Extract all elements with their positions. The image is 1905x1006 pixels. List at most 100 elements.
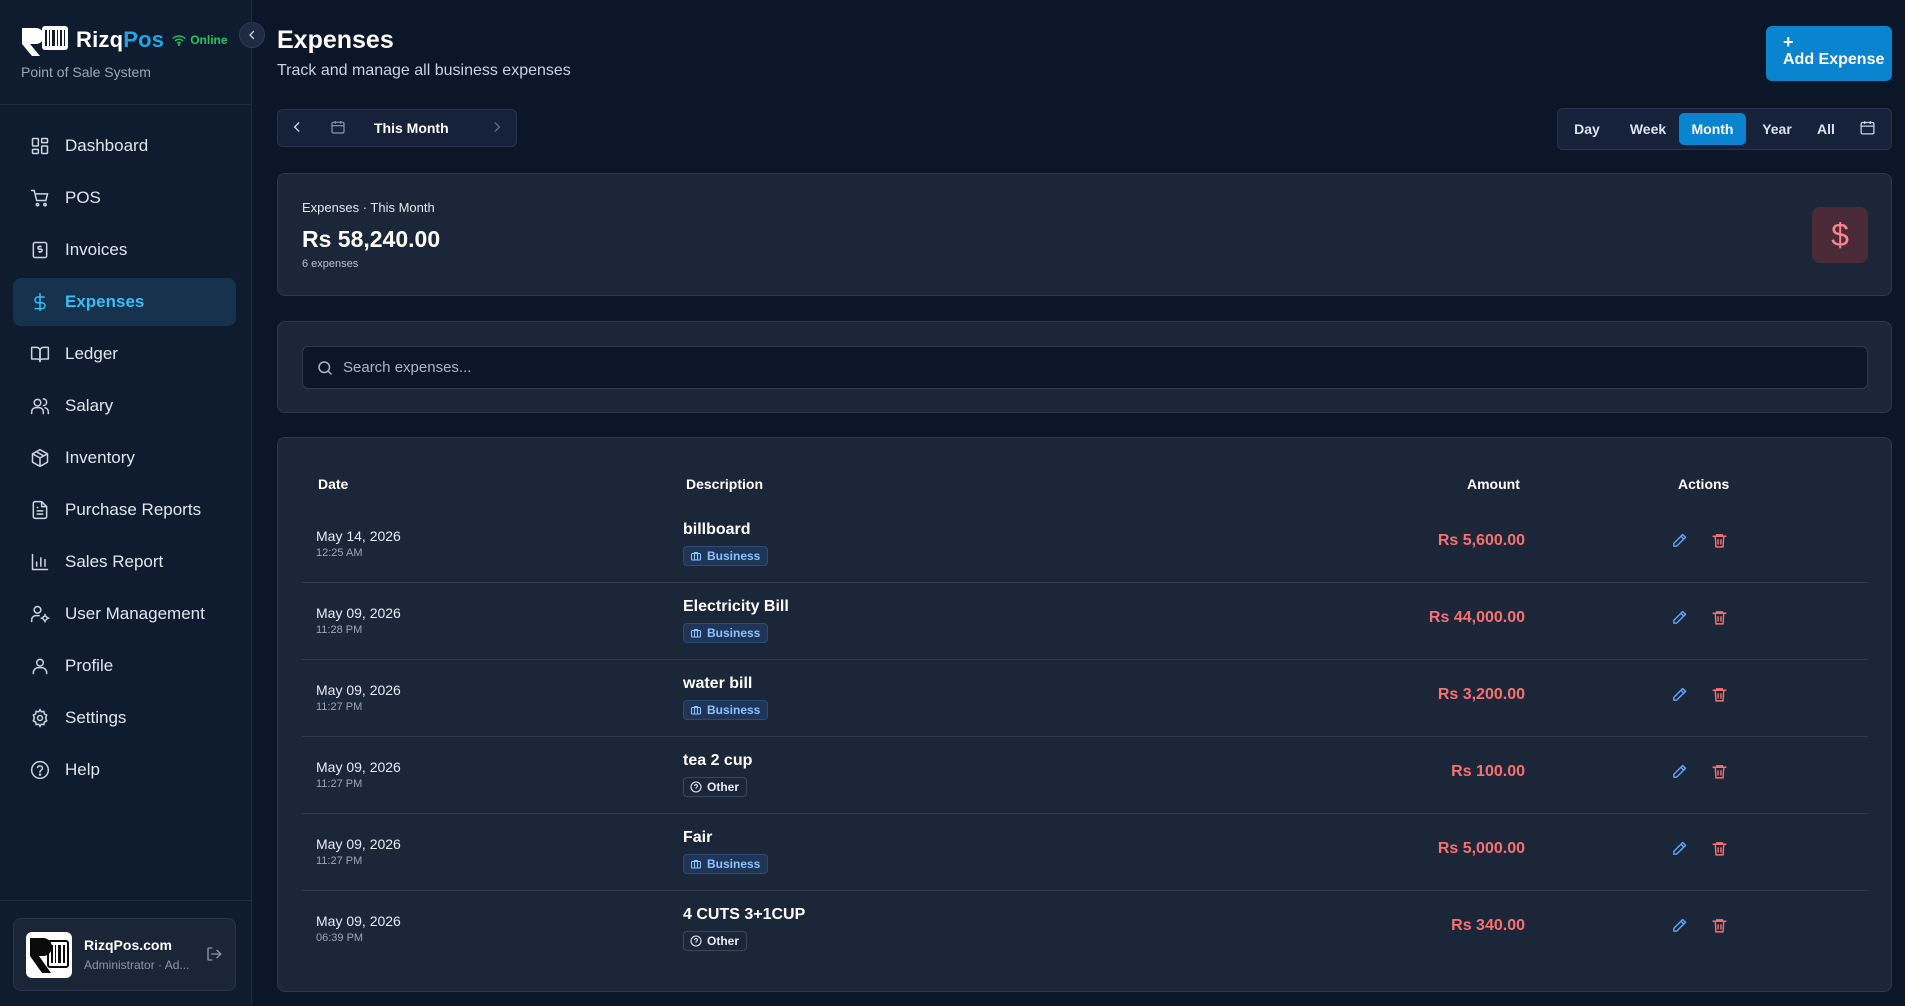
- user-name: RizqPos.com: [84, 937, 172, 953]
- trash-icon[interactable]: [1711, 686, 1728, 708]
- sidebar-item-invoices[interactable]: Invoices: [13, 226, 236, 274]
- sidebar-item-sales-report[interactable]: Sales Report: [13, 538, 236, 586]
- table-row[interactable]: May 09, 2026 11:27 PM tea 2 cup Other Rs…: [302, 737, 1868, 814]
- edit-icon[interactable]: [1671, 763, 1688, 785]
- sidebar-item-settings[interactable]: Settings: [13, 694, 236, 742]
- chevron-right-icon[interactable]: [490, 120, 504, 139]
- sidebar-item-label: Expenses: [65, 292, 145, 311]
- sidebar-item-label: POS: [65, 188, 101, 207]
- trash-icon[interactable]: [1711, 763, 1728, 785]
- add-expense-button[interactable]: + Add Expense: [1766, 26, 1892, 81]
- column-header-description[interactable]: Description: [686, 476, 763, 492]
- column-header-date[interactable]: Date: [318, 476, 348, 492]
- tab-month[interactable]: Month: [1679, 113, 1746, 145]
- sidebar-item-expenses[interactable]: Expenses: [13, 278, 236, 326]
- box-icon: [29, 447, 51, 469]
- brand-name-b: Pos: [123, 27, 165, 52]
- chevron-left-icon: [249, 30, 255, 40]
- brand-name-a: Rizq: [76, 27, 124, 52]
- row-date: May 09, 2026: [316, 913, 401, 929]
- help-icon: [29, 759, 51, 781]
- add-expense-label: Add Expense: [1783, 51, 1885, 68]
- table-row[interactable]: May 14, 2026 12:25 AM billboard Business…: [302, 506, 1868, 583]
- avatar: [26, 931, 72, 978]
- sidebar-item-label: Purchase Reports: [65, 500, 202, 519]
- row-time: 12:25 AM: [316, 547, 363, 559]
- briefcase-icon: [690, 551, 702, 561]
- edit-icon[interactable]: [1671, 917, 1688, 939]
- edit-icon[interactable]: [1671, 686, 1688, 708]
- sidebar-item-help[interactable]: Help: [13, 746, 236, 794]
- sidebar-item-dashboard[interactable]: Dashboard: [13, 122, 236, 170]
- sidebar-item-label: Salary: [65, 396, 114, 415]
- chevron-left-icon[interactable]: [290, 120, 304, 139]
- user-card[interactable]: RizqPos.com Administrator · Ad...: [13, 918, 236, 991]
- user-info: RizqPos.com Administrator · Ad...: [84, 937, 189, 972]
- category-badge: Other: [683, 931, 748, 951]
- calendar-icon[interactable]: [1859, 119, 1876, 141]
- trash-icon[interactable]: [1711, 609, 1728, 631]
- rizqpos-logo: [22, 26, 68, 56]
- summary-label: Expenses · This Month: [302, 200, 435, 215]
- plus-icon: +: [1783, 32, 1794, 52]
- search-input[interactable]: [343, 347, 1843, 388]
- sidebar-item-profile[interactable]: Profile: [13, 642, 236, 690]
- row-description: billboard: [683, 521, 751, 538]
- edit-icon[interactable]: [1671, 609, 1688, 631]
- column-header-actions: Actions: [1678, 476, 1730, 492]
- sidebar-item-ledger[interactable]: Ledger: [13, 330, 236, 378]
- tab-all[interactable]: All: [1806, 113, 1846, 145]
- brand-subtitle: Point of Sale System: [21, 64, 151, 80]
- category-badge: Business: [683, 546, 769, 566]
- row-time: 06:39 PM: [316, 932, 364, 944]
- row-time: 11:27 PM: [316, 778, 363, 790]
- calendar-icon: [330, 119, 346, 140]
- table-row[interactable]: May 09, 2026 06:39 PM 4 CUTS 3+1CUP Othe…: [302, 891, 1868, 968]
- edit-icon[interactable]: [1671, 532, 1688, 554]
- briefcase-icon: [690, 628, 702, 638]
- tab-day[interactable]: Day: [1562, 113, 1612, 145]
- book-icon: [29, 343, 51, 365]
- sidebar-item-inventory[interactable]: Inventory: [13, 434, 236, 482]
- users-icon: [29, 395, 51, 417]
- sidebar-item-salary[interactable]: Salary: [13, 382, 236, 430]
- row-amount: Rs 5,000.00: [1437, 840, 1525, 857]
- divider: [0, 900, 252, 901]
- table-row[interactable]: May 09, 2026 11:27 PM water bill Busines…: [302, 660, 1868, 737]
- page-subtitle: Track and manage all business expenses: [277, 62, 571, 79]
- brand[interactable]: RizqPos Online: [20, 20, 228, 60]
- collapse-sidebar-button[interactable]: [239, 22, 265, 48]
- wifi-icon: [172, 35, 186, 46]
- tab-year[interactable]: Year: [1752, 113, 1802, 145]
- online-status: Online: [172, 33, 228, 47]
- category-label: Other: [707, 780, 740, 794]
- trash-icon[interactable]: [1711, 917, 1728, 939]
- row-date: May 14, 2026: [316, 528, 401, 544]
- sidebar-item-label: Settings: [65, 708, 127, 727]
- sidebar-item-user-management[interactable]: User Management: [13, 590, 236, 638]
- row-time: 11:27 PM: [316, 855, 363, 867]
- sidebar-item-purchase-reports[interactable]: Purchase Reports: [13, 486, 236, 534]
- trash-icon[interactable]: [1711, 840, 1728, 862]
- category-badge: Business: [683, 623, 769, 643]
- summary-total: Rs 58,240.00: [302, 226, 441, 252]
- trash-icon[interactable]: [1711, 532, 1728, 554]
- row-amount: Rs 100.00: [1451, 763, 1525, 780]
- table-row[interactable]: May 09, 2026 11:27 PM Fair Business Rs 5…: [302, 814, 1868, 891]
- file-icon: [29, 499, 51, 521]
- edit-icon[interactable]: [1671, 840, 1688, 862]
- column-header-amount[interactable]: Amount: [1467, 476, 1520, 492]
- brand-name: RizqPos: [76, 27, 164, 53]
- category-label: Business: [707, 549, 761, 563]
- sidebar-item-pos[interactable]: POS: [13, 174, 236, 222]
- row-description: water bill: [683, 675, 753, 692]
- row-description: 4 CUTS 3+1CUP: [683, 906, 806, 923]
- table-row[interactable]: May 09, 2026 11:28 PM Electricity Bill B…: [302, 583, 1868, 660]
- row-date: May 09, 2026: [316, 605, 401, 621]
- divider: [0, 104, 252, 105]
- tab-week[interactable]: Week: [1616, 113, 1680, 145]
- search-card: [277, 321, 1892, 413]
- expenses-table: Date Description Amount Actions May 14, …: [277, 437, 1892, 992]
- logout-icon[interactable]: [205, 945, 223, 968]
- search-box: [302, 346, 1868, 389]
